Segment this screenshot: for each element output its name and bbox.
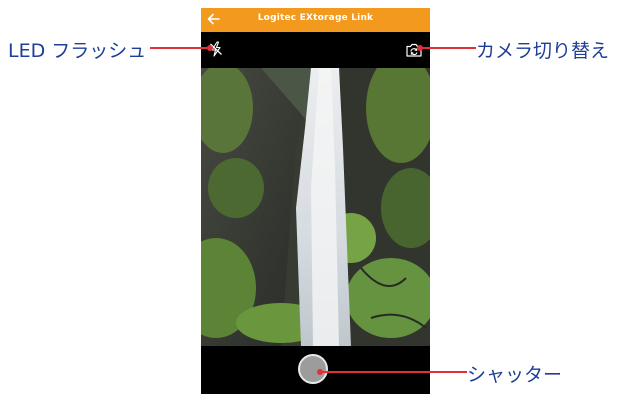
camera-controls-bar [201, 32, 430, 68]
shutter-callout-line [320, 371, 467, 373]
app-bar: Logitec EXtorage Link [201, 8, 430, 32]
flash-callout-label: LED フラッシュ [8, 40, 147, 62]
flash-callout-line [150, 47, 210, 49]
switch-callout-label: カメラ切り替え [476, 40, 610, 62]
shutter-button[interactable] [298, 354, 328, 384]
flash-callout-dot [207, 45, 213, 51]
shutter-callout-dot [317, 369, 323, 375]
waterfall-preview-image [201, 68, 430, 346]
camera-viewfinder[interactable] [201, 68, 430, 346]
switch-callout-dot [417, 45, 423, 51]
phone-screen: Logitec EXtorage Link [201, 8, 430, 394]
shutter-callout-label: シャッター [467, 364, 563, 386]
app-title: Logitec EXtorage Link [257, 13, 374, 23]
switch-callout-line [420, 47, 476, 49]
shutter-area [201, 346, 430, 394]
